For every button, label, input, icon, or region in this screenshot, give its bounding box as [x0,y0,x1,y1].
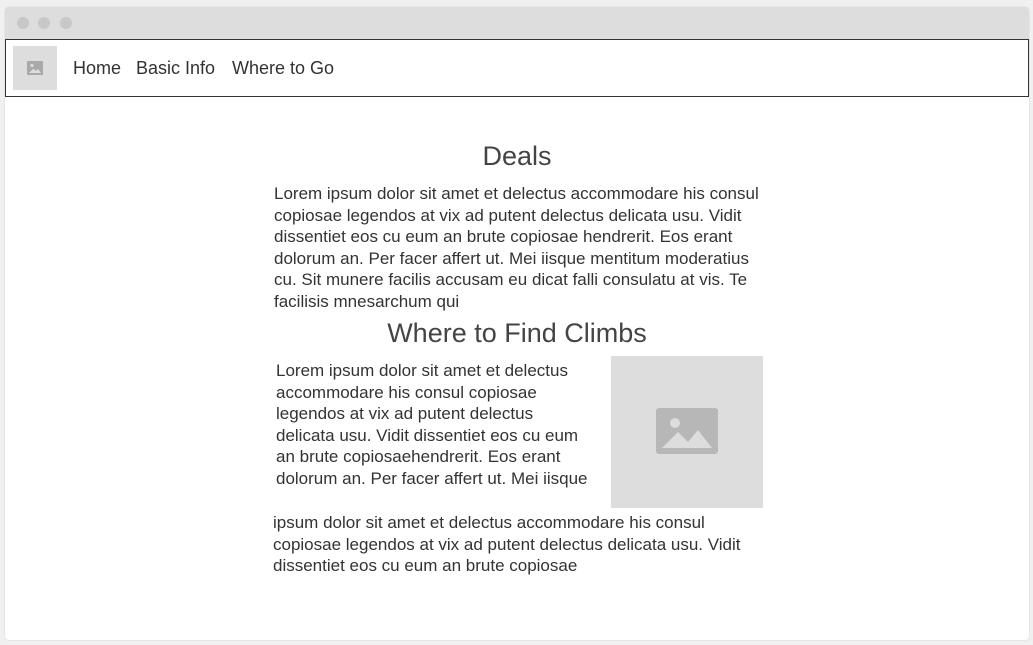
climbs-heading: Where to Find Climbs [387,318,647,348]
window-control-dot[interactable] [38,17,50,29]
nav-link-where-to-go[interactable]: Where to Go [232,58,334,79]
image-icon [656,408,718,454]
climbs-paragraph-top: Lorem ipsum dolor sit amet et delectus a… [276,361,588,488]
window-control-dot[interactable] [17,17,29,29]
window-control-dot[interactable] [60,17,72,29]
logo-image-placeholder[interactable] [13,46,57,90]
deals-heading: Deals [482,141,552,171]
climb-image-placeholder [611,356,763,508]
nav-link-basic-info[interactable]: Basic Info [136,58,215,79]
window-titlebar [5,7,1029,39]
navigation-bar: Home Basic Info Where to Go [5,39,1029,97]
deals-paragraph: Lorem ipsum dolor sit amet et delectus a… [274,184,759,311]
image-icon [27,61,43,75]
nav-link-home[interactable]: Home [73,58,121,79]
browser-window: Home Basic Info Where to Go Deals Lorem … [5,7,1029,640]
climbs-paragraph-bottom: ipsum dolor sit amet et delectus accommo… [273,513,741,575]
